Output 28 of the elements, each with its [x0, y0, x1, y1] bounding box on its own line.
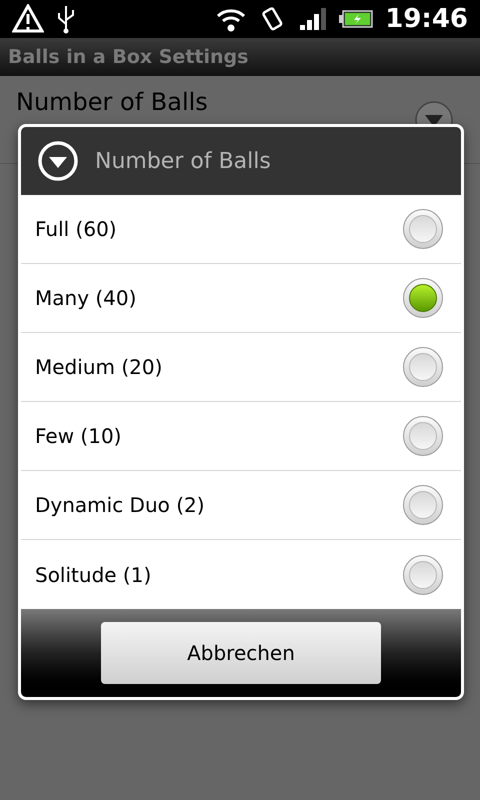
radio-button[interactable]	[403, 209, 443, 249]
signal-icon	[299, 7, 328, 31]
option-label: Medium (20)	[35, 354, 162, 381]
radio-button[interactable]	[403, 554, 443, 594]
radio-button[interactable]	[403, 416, 443, 456]
dropdown-icon	[37, 140, 79, 182]
option-label: Dynamic Duo (2)	[35, 492, 205, 519]
cancel-button[interactable]: Abbrechen	[101, 622, 381, 684]
clock: 19:46	[385, 2, 468, 36]
radio-button[interactable]	[403, 278, 443, 318]
radio-button[interactable]	[403, 347, 443, 387]
option-label: Few (10)	[35, 423, 122, 450]
option-row[interactable]: Full (60)	[21, 195, 461, 264]
warning-icon	[12, 4, 44, 34]
usb-icon	[56, 4, 76, 34]
battery-icon	[339, 9, 374, 29]
dialog-title: Number of Balls	[95, 148, 271, 176]
option-label: Solitude (1)	[35, 562, 152, 588]
option-row[interactable]: Many (40)	[21, 264, 461, 333]
radio-button[interactable]	[403, 485, 443, 525]
preference-title[interactable]: Number of Balls	[16, 84, 208, 120]
window-title: Balls in a Box Settings	[8, 44, 248, 70]
option-row[interactable]: Solitude (1)	[21, 540, 461, 609]
option-label: Full (60)	[35, 216, 117, 243]
option-row[interactable]: Dynamic Duo (2)	[21, 471, 461, 540]
option-row[interactable]: Few (10)	[21, 402, 461, 471]
option-row[interactable]: Medium (20)	[21, 333, 461, 402]
option-label: Many (40)	[35, 285, 136, 312]
